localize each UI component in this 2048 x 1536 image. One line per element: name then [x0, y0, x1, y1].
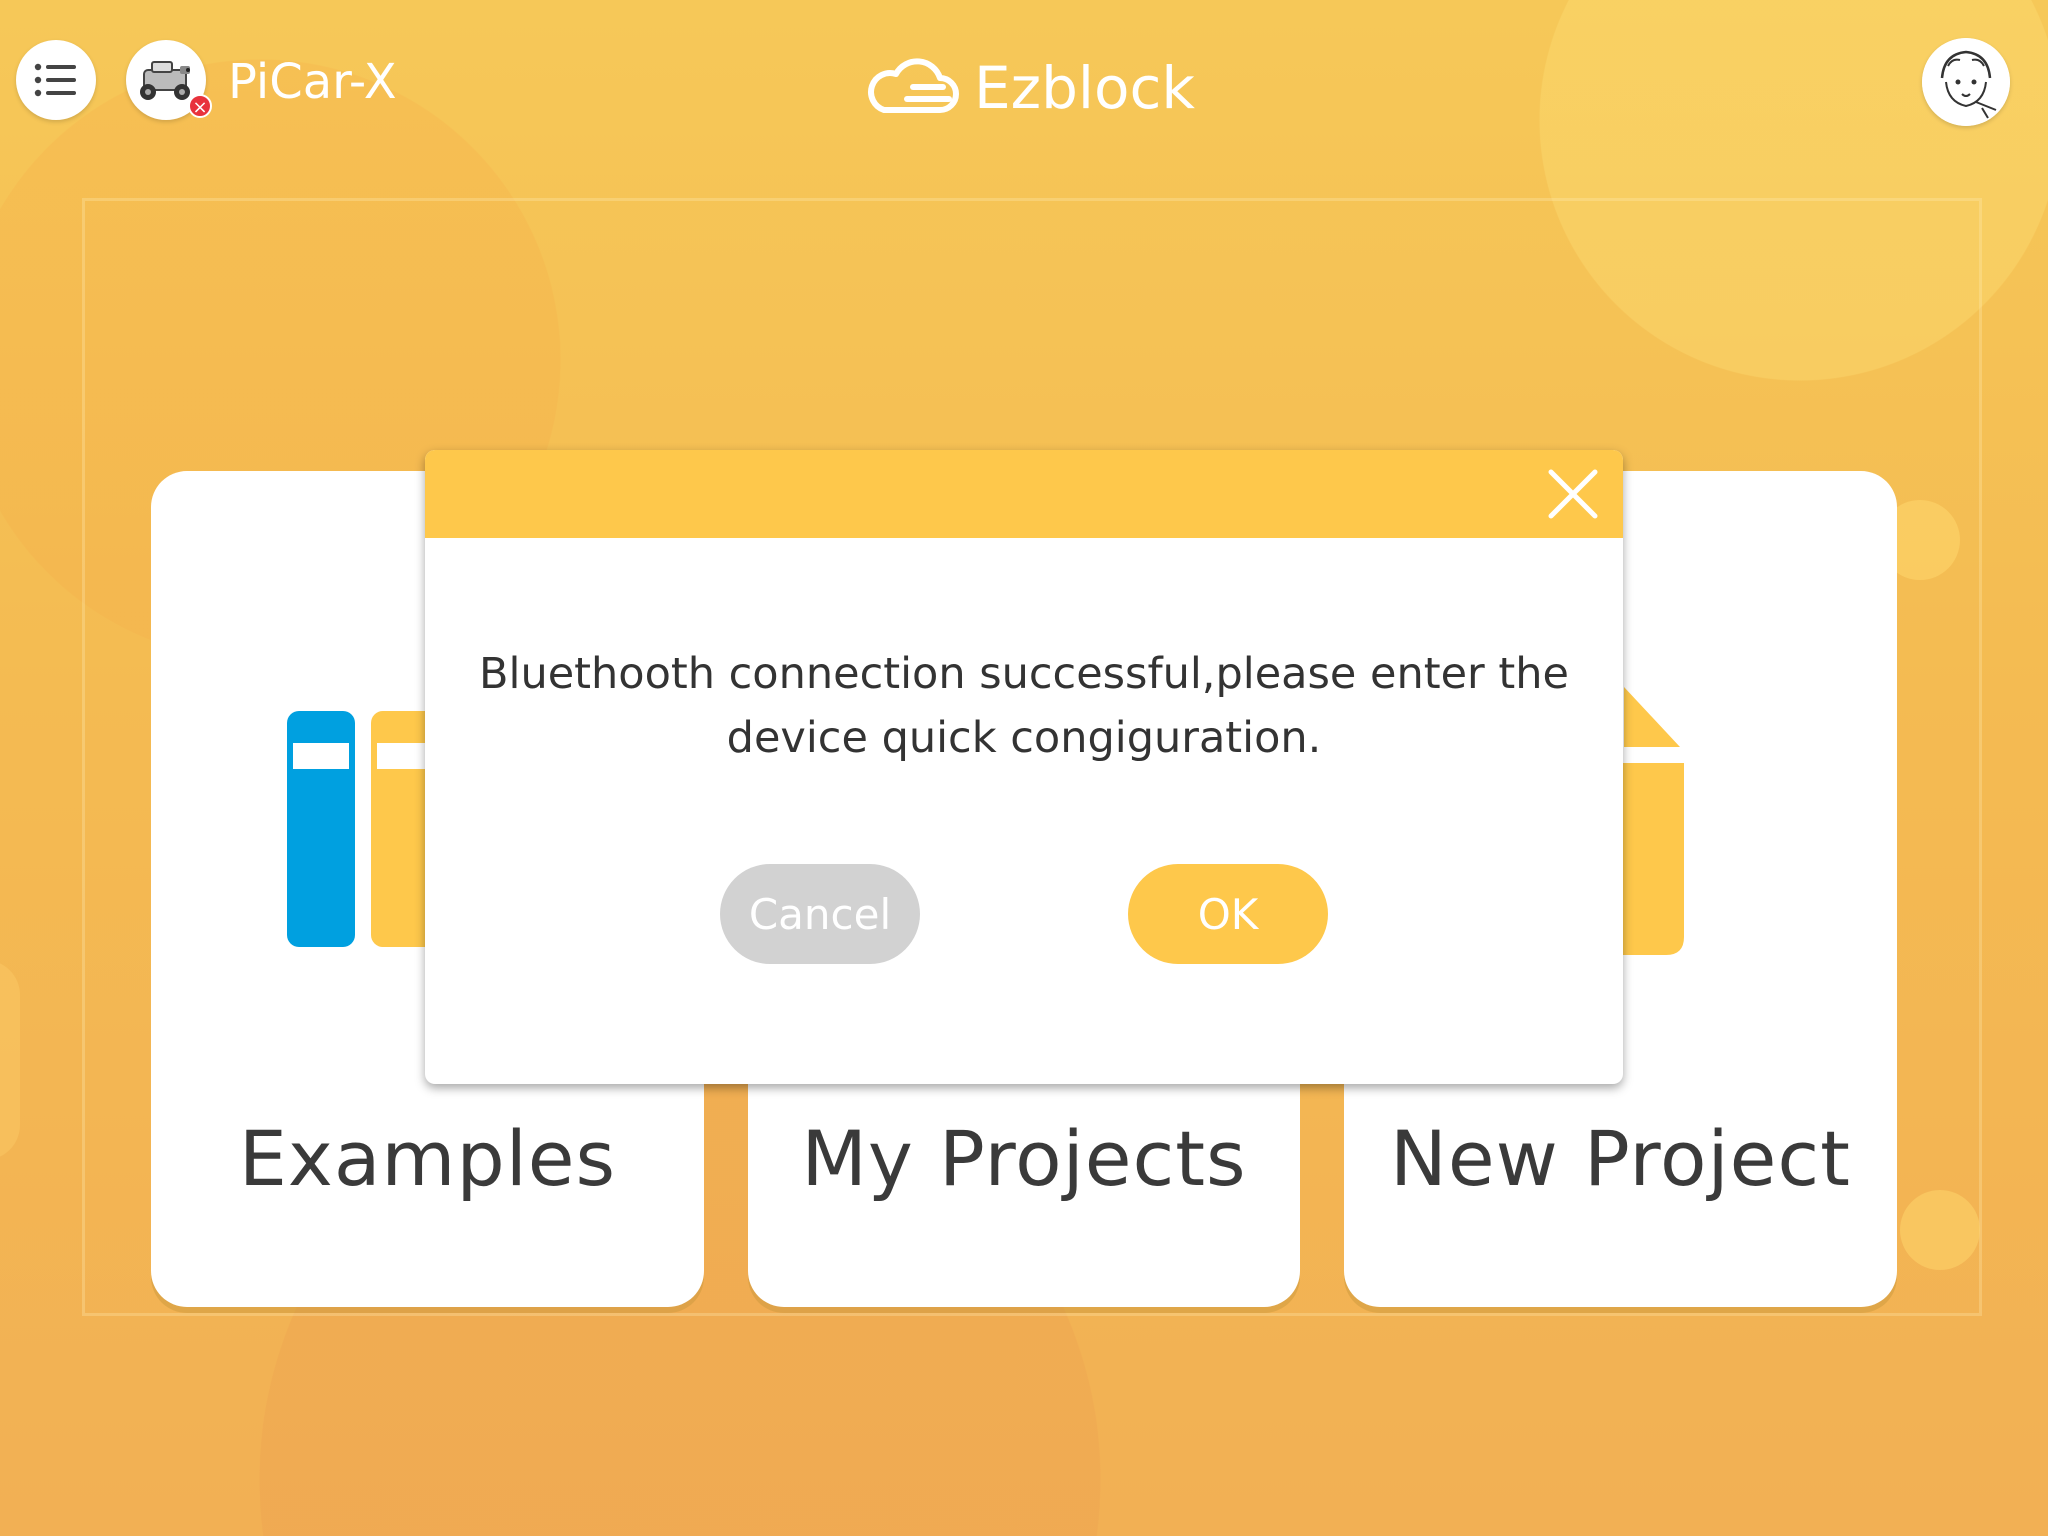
dialog-message: Bluethooth connection successful,please …	[479, 649, 1569, 763]
decorative-bubble	[0, 960, 20, 1160]
app-logo: Ezblock	[862, 48, 1195, 128]
error-x-icon: ×	[188, 94, 212, 118]
close-icon	[1548, 469, 1598, 519]
user-cartoon-icon	[1922, 38, 2010, 126]
list-icon	[34, 63, 76, 97]
dialog-header	[425, 450, 1623, 538]
dialog-close-button[interactable]	[1543, 464, 1603, 524]
examples-label: Examples	[238, 1114, 617, 1203]
app-name: Ezblock	[974, 54, 1195, 122]
decorative-bubble	[1900, 1190, 1980, 1270]
my-projects-label: My Projects	[801, 1114, 1247, 1203]
menu-button[interactable]	[16, 40, 96, 120]
user-avatar[interactable]	[1922, 38, 2010, 126]
device-avatar[interactable]: ×	[126, 40, 212, 120]
new-project-label: New Project	[1390, 1114, 1851, 1203]
cloud-icon	[868, 58, 959, 113]
ok-button[interactable]: OK	[1128, 864, 1328, 964]
bluetooth-dialog: Bluethooth connection successful,please …	[425, 450, 1623, 1084]
cancel-button[interactable]: Cancel	[720, 864, 920, 964]
device-name: PiCar-X	[228, 54, 397, 110]
